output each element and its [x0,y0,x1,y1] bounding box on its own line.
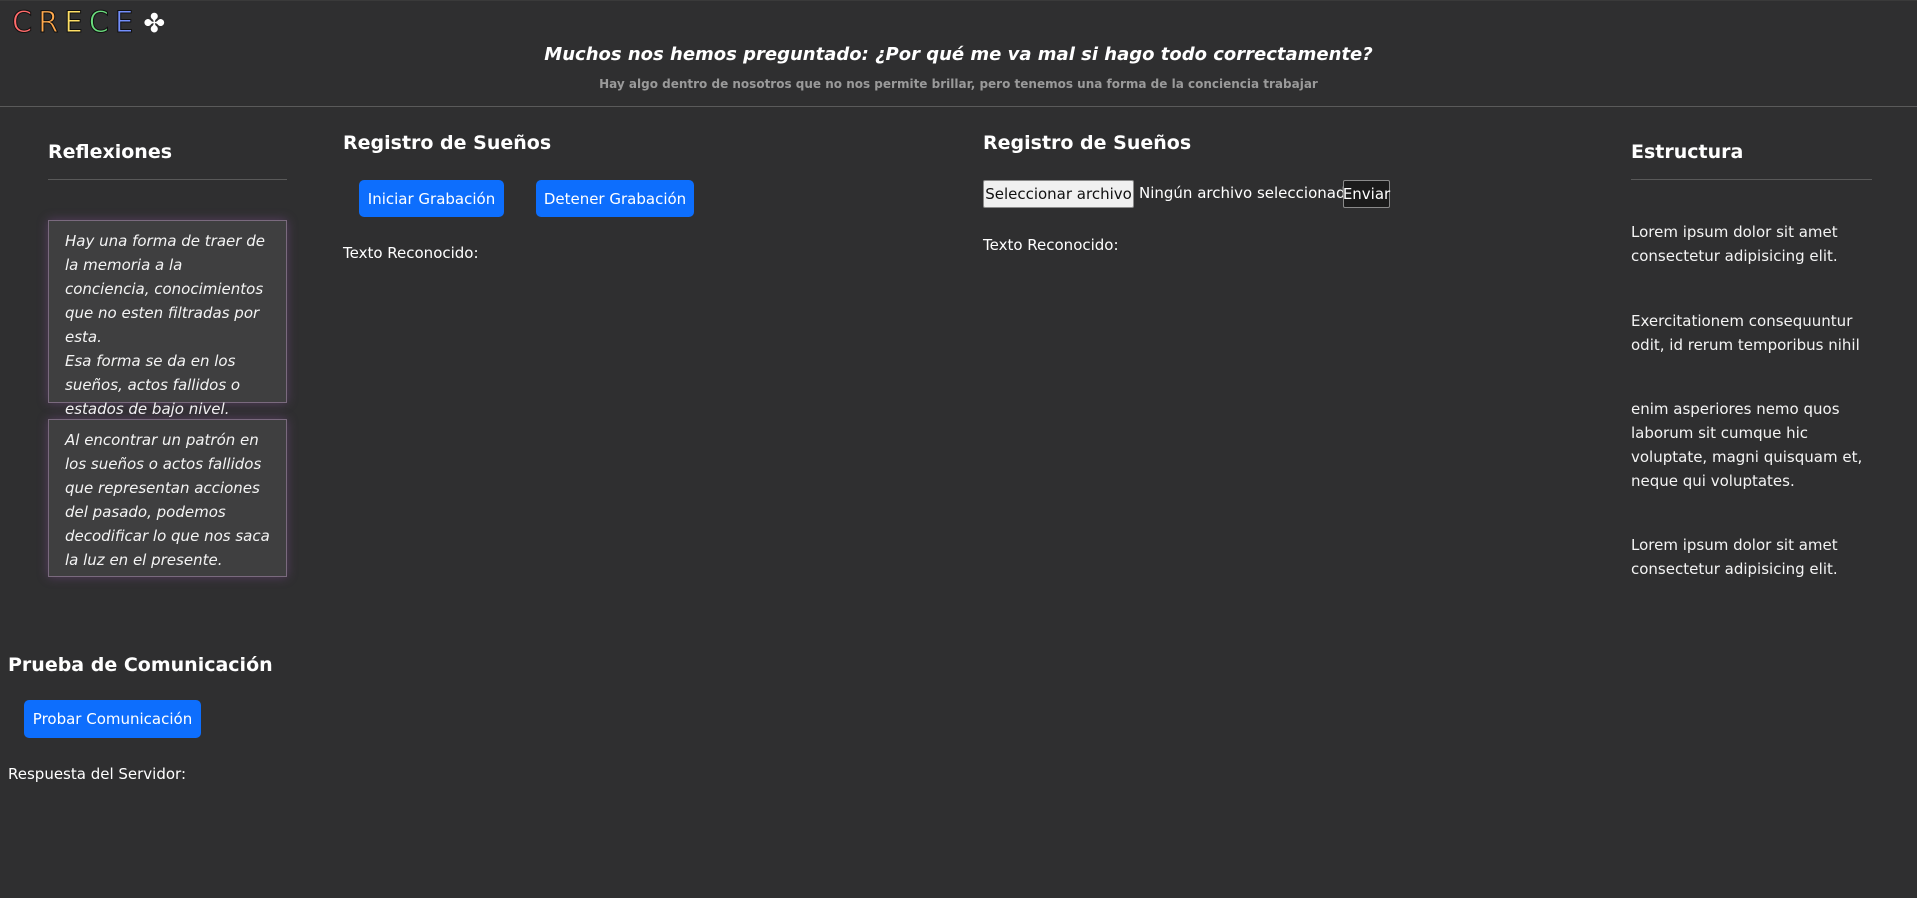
logo-letter-e2: E [114,5,140,40]
logo-letter-c2: C [88,5,115,40]
registro-archivo-heading: Registro de Sueños [983,132,1192,154]
estructura-item: Exercitationem consequuntur odit, id rer… [1631,312,1860,354]
quote-1-line-1: Hay una forma de traer de la memoria a l… [65,232,265,346]
quote-2-line-1: Al encontrar un patrón en los sueños o a… [65,431,270,569]
estructura-divider [1631,179,1872,180]
logo-letter-c1: C [11,5,39,40]
estructura-item: Lorem ipsum dolor sit amet consectetur a… [1631,536,1838,578]
estructura-item: Lorem ipsum dolor sit amet consectetur a… [1631,223,1838,265]
page-title: Muchos nos hemos preguntado: ¿Por qué me… [544,44,1373,65]
file-status-text: Ningún archivo seleccionado [1139,184,1355,202]
start-recording-button[interactable]: Iniciar Grabación [359,180,504,217]
server-response-label: Respuesta del Servidor: [8,765,187,783]
reflexion-quote-1: Hay una forma de traer de la memoria a l… [48,220,287,418]
send-button[interactable]: Enviar [1343,180,1390,208]
logo-letter-e1: E [64,5,89,40]
clover-icon: ✤ [143,9,172,39]
estructura-heading: Estructura [1631,141,1744,163]
recognized-text-label: Texto Reconocido: [343,244,479,262]
quote-1-line-2: Esa forma se da en los sueños, actos fal… [65,352,241,418]
select-file-button[interactable]: Seleccionar archivo [983,180,1134,208]
reflexiones-divider [48,179,287,180]
reflexiones-heading: Reflexiones [48,141,173,163]
estructura-item: enim asperiores nemo quos laborum sit cu… [1631,400,1863,490]
test-communication-button[interactable]: Probar Comunicación [24,700,201,738]
comunicacion-heading: Prueba de Comunicación [8,654,273,676]
logo[interactable]: CRECE ✤ [11,5,172,40]
header: CRECE ✤ Muchos nos hemos preguntado: ¿Por… [0,0,1917,107]
file-recognized-text-label: Texto Reconocido: [983,236,1119,254]
registro-voz-heading: Registro de Sueños [343,132,552,154]
page: CRECE ✤ Muchos nos hemos preguntado: ¿Por… [0,0,1917,898]
reflexion-quote-2: Al encontrar un patrón en los sueños o a… [48,419,287,577]
stop-recording-button[interactable]: Detener Grabación [536,180,694,217]
page-subtitle: Hay algo dentro de nosotros que no nos p… [599,77,1318,91]
logo-letter-r: R [38,5,65,40]
